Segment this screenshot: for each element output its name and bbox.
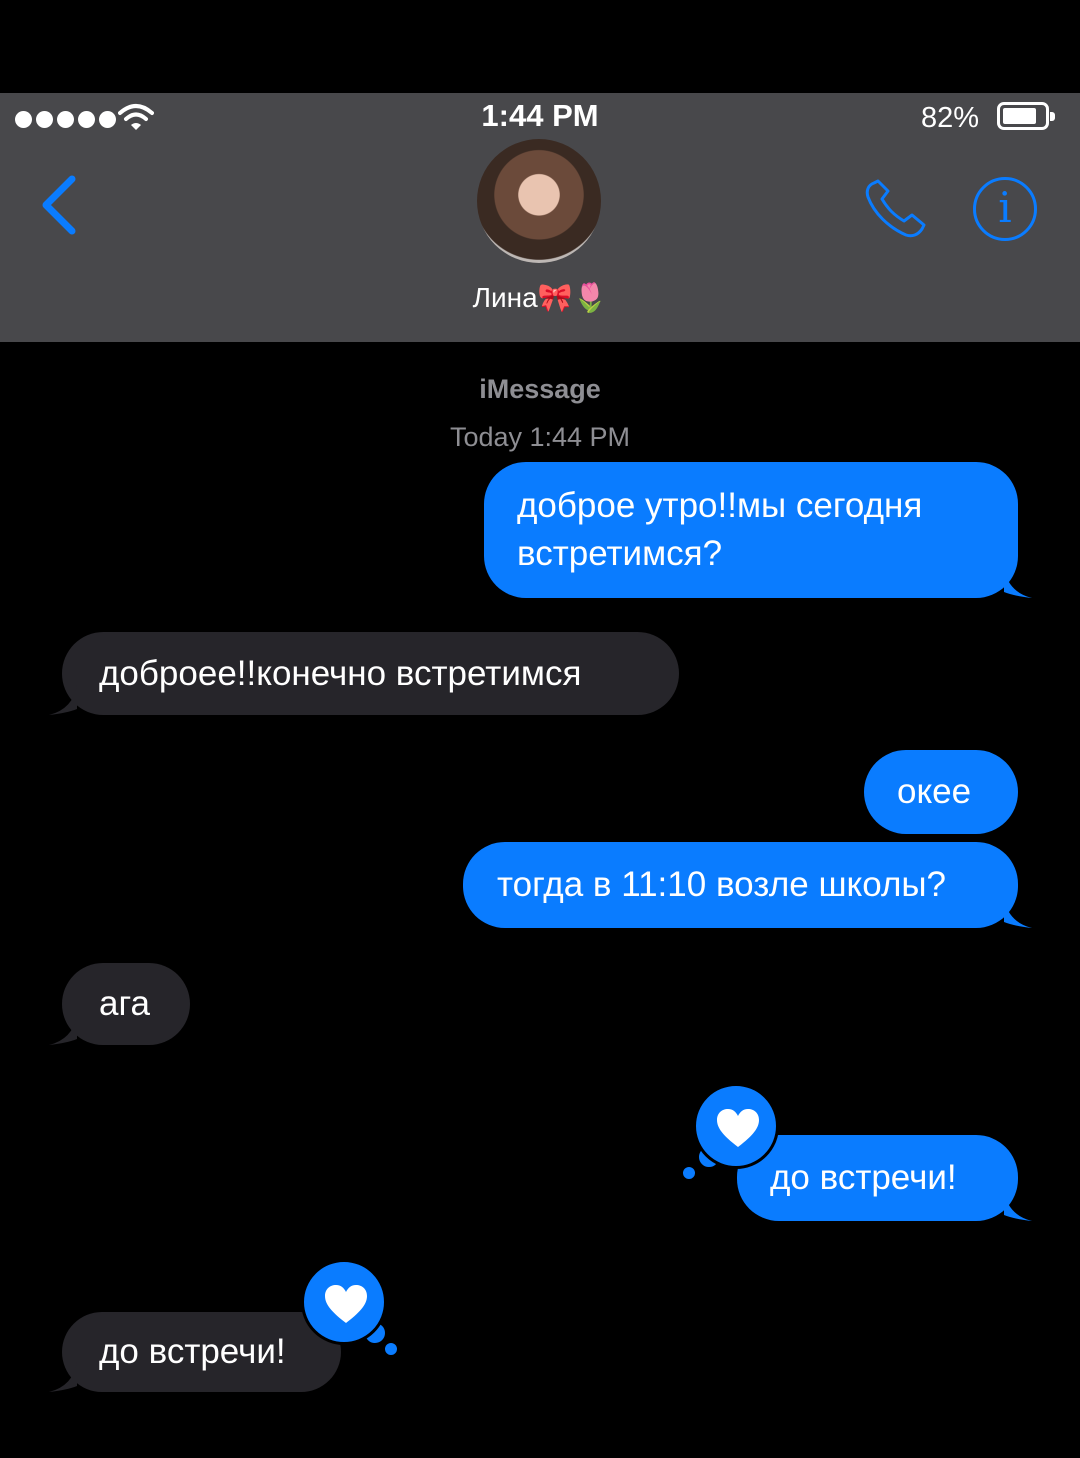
bubble-tail: [1004, 1191, 1032, 1221]
tapback-heart[interactable]: [693, 1083, 779, 1169]
status-time: 1:44 PM: [481, 98, 599, 133]
phone-icon[interactable]: [862, 177, 930, 241]
message-bubble-incoming[interactable]: доброее!!конечно встретимся: [62, 632, 679, 715]
bubble-tail: [49, 1362, 77, 1392]
tapback-tail-dot: [680, 1164, 698, 1182]
message-bubble-outgoing[interactable]: океe: [864, 750, 1018, 834]
service-label: iMessage: [479, 374, 601, 404]
conversation-header: 1:44 PM 82% Лина🎀🌷 i: [0, 93, 1080, 342]
message-text: тогда в 11:10 возле школы?: [497, 865, 947, 904]
message-text: океe: [897, 772, 972, 811]
tapback-heart[interactable]: [301, 1259, 387, 1345]
message-bubble-incoming[interactable]: ага: [62, 963, 190, 1045]
thread-timestamp: Today 1:44 PM: [449, 422, 631, 452]
contact-avatar[interactable]: [477, 139, 601, 263]
message-bubble-outgoing[interactable]: доброе утро!!мы сегодня встретимся?: [484, 462, 1018, 598]
tapback-tail-dot: [382, 1340, 400, 1358]
message-bubble-outgoing[interactable]: тогда в 11:10 возле школы?: [463, 842, 1018, 928]
bubble-tail: [49, 685, 77, 715]
message-text: доброее!!конечно встретимся: [99, 653, 582, 693]
back-chevron-icon[interactable]: [38, 173, 80, 237]
message-text: до встречи!: [99, 1332, 286, 1371]
message-text: ага: [99, 984, 150, 1023]
bubble-tail: [49, 1015, 77, 1045]
battery-icon: [997, 102, 1055, 130]
info-icon[interactable]: i: [973, 177, 1037, 241]
message-bubble-incoming[interactable]: до встречи!: [62, 1312, 341, 1392]
top-spacer: [0, 0, 1080, 93]
heart-icon: [325, 1285, 367, 1323]
battery-percent: 82%: [921, 102, 980, 134]
status-bar: 1:44 PM 82%: [0, 93, 1080, 143]
message-text: до встречи!: [770, 1158, 957, 1197]
bubble-tail: [1004, 568, 1032, 598]
contact-name[interactable]: Лина🎀🌷: [0, 281, 1080, 314]
message-text: доброе утро!!мы сегодня встретимся?: [517, 486, 923, 573]
heart-icon: [717, 1109, 759, 1147]
message-bubble-outgoing[interactable]: до встречи!: [737, 1135, 1018, 1221]
bubble-tail: [1004, 898, 1032, 928]
